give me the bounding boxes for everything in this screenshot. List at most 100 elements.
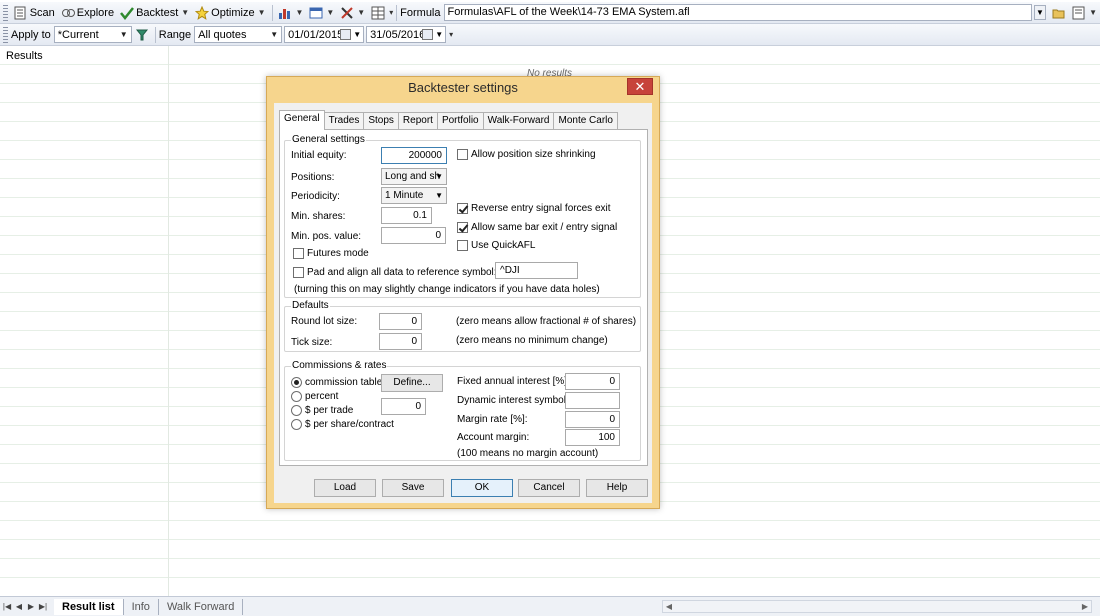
tab-stops[interactable]: Stops: [363, 112, 399, 129]
open-formula-button[interactable]: [1049, 4, 1069, 22]
chevron-down-icon[interactable]: ▼: [1089, 8, 1097, 17]
chevron-down-icon[interactable]: ▼: [326, 8, 334, 17]
toolbar-overflow-icon[interactable]: ▾: [449, 30, 453, 39]
reverse-entry-checkbox[interactable]: Reverse entry signal forces exit: [457, 203, 611, 214]
account-margin-input[interactable]: 100: [565, 429, 620, 446]
positions-value: Long and sh: [385, 171, 441, 182]
commission-value-input[interactable]: 0: [381, 398, 426, 415]
help-button[interactable]: Help: [586, 479, 648, 497]
explore-label: Explore: [76, 6, 115, 19]
tab-walk-forward[interactable]: Walk Forward: [159, 598, 244, 615]
per-share-radio[interactable]: $ per share/contract: [291, 419, 394, 430]
grid-button[interactable]: [368, 4, 388, 22]
horizontal-scrollbar[interactable]: ◀ ▶: [662, 600, 1092, 613]
calendar-icon: [422, 29, 434, 40]
min-pos-value-label: Min. pos. value:: [291, 231, 362, 242]
margin-rate-input[interactable]: 0: [565, 411, 620, 428]
window-button[interactable]: ▼: [306, 4, 337, 22]
backtester-settings-dialog: Backtester settings ✕ General Trades Sto…: [266, 76, 660, 509]
toolbar-grip[interactable]: [3, 4, 8, 21]
backtest-label: Backtest: [136, 6, 179, 19]
dynamic-interest-label: Dynamic interest symbol:: [457, 395, 569, 406]
chevron-down-icon: ▼: [435, 30, 444, 39]
close-button[interactable]: ✕: [627, 78, 653, 95]
cancel-button[interactable]: Cancel: [518, 479, 580, 497]
tab-info[interactable]: Info: [124, 598, 159, 615]
commissions-group: Commissions & rates commission table Def…: [284, 360, 641, 461]
first-tab-icon[interactable]: |◀: [2, 601, 12, 613]
apply-to-label: Apply to: [11, 28, 51, 41]
use-quickafl-checkbox[interactable]: Use QuickAFL: [457, 240, 535, 251]
filter-button[interactable]: [132, 26, 152, 44]
toolbar-overflow-icon[interactable]: ▾: [389, 8, 393, 17]
tab-trades[interactable]: Trades: [323, 112, 365, 129]
scan-label: Scan: [29, 6, 55, 19]
range-value: All quotes: [198, 28, 247, 41]
checkbox-checked-icon: [457, 203, 468, 214]
edit-formula-button[interactable]: ▼: [1069, 4, 1100, 22]
general-settings-group: General settings Initial equity: 200000 …: [284, 134, 641, 298]
fixed-interest-input[interactable]: 0: [565, 373, 620, 390]
sheet-tab-bar: |◀ ◀ ▶ ▶| Result list Info Walk Forward …: [0, 596, 1100, 616]
next-tab-icon[interactable]: ▶: [26, 601, 36, 613]
tab-monte-carlo[interactable]: Monte Carlo: [553, 112, 618, 129]
periodicity-label: Periodicity:: [291, 191, 340, 202]
dynamic-interest-input[interactable]: [565, 392, 620, 409]
account-margin-label: Account margin:: [457, 432, 530, 443]
tab-result-list[interactable]: Result list: [54, 598, 124, 615]
tab-portfolio[interactable]: Portfolio: [436, 112, 484, 129]
toolbar-grip[interactable]: [3, 26, 8, 43]
checkbox-checked-icon: [457, 222, 468, 233]
optimize-button[interactable]: Optimize ▼: [192, 4, 268, 22]
futures-mode-checkbox[interactable]: Futures mode: [293, 248, 369, 259]
percent-radio[interactable]: percent: [291, 391, 338, 402]
load-button[interactable]: Load: [314, 479, 376, 497]
round-lot-input[interactable]: 0: [379, 313, 422, 330]
min-shares-input[interactable]: 0.1: [381, 207, 432, 224]
per-share-label: $ per share/contract: [305, 419, 394, 430]
prev-tab-icon[interactable]: ◀: [14, 601, 24, 613]
fixed-interest-label: Fixed annual interest [%]:: [457, 376, 570, 387]
commission-table-radio[interactable]: commission table: [291, 377, 382, 388]
to-date-picker[interactable]: 31/05/2016 ▼: [366, 26, 447, 43]
range-select[interactable]: All quotes ▼: [194, 26, 283, 43]
chart-button[interactable]: ▼: [275, 4, 306, 22]
window-icon: [309, 6, 323, 20]
initial-equity-input[interactable]: 200000: [381, 147, 447, 164]
apply-to-select[interactable]: *Current ▼: [53, 26, 132, 43]
pad-note: (turning this on may slightly change ind…: [294, 284, 600, 295]
formula-path-field[interactable]: Formulas\AFL of the Week\14-73 EMA Syste…: [443, 4, 1032, 21]
chevron-down-icon[interactable]: ▼: [258, 8, 266, 17]
tick-size-input[interactable]: 0: [379, 333, 422, 350]
last-tab-icon[interactable]: ▶|: [38, 601, 48, 613]
tab-walk-forward[interactable]: Walk-Forward: [482, 112, 555, 129]
ok-button[interactable]: OK: [451, 479, 513, 497]
backtest-button[interactable]: Backtest ▼: [117, 4, 192, 22]
define-button[interactable]: Define...: [381, 374, 443, 392]
scroll-right-icon[interactable]: ▶: [1079, 601, 1091, 612]
min-pos-value-input[interactable]: 0: [381, 227, 446, 244]
min-shares-label: Min. shares:: [291, 211, 346, 222]
explore-button[interactable]: Explore: [58, 4, 117, 22]
scroll-left-icon[interactable]: ◀: [663, 601, 675, 612]
periodicity-select[interactable]: 1 Minute ▼: [381, 187, 447, 204]
chevron-down-icon[interactable]: ▼: [295, 8, 303, 17]
chevron-down-icon[interactable]: ▼: [357, 8, 365, 17]
positions-select[interactable]: Long and sh ▼: [381, 168, 447, 185]
tab-general[interactable]: General: [279, 110, 325, 130]
tab-report[interactable]: Report: [397, 112, 438, 129]
tools-icon: [340, 6, 354, 20]
reference-symbol-input[interactable]: ^DJI: [495, 262, 578, 279]
dialog-body: General Trades Stops Report Portfolio Wa…: [274, 103, 652, 503]
tools-button[interactable]: ▼: [337, 4, 368, 22]
save-button[interactable]: Save: [382, 479, 444, 497]
allow-shrinking-checkbox[interactable]: Allow position size shrinking: [457, 149, 596, 160]
chevron-down-icon[interactable]: ▼: [181, 8, 189, 17]
scan-button[interactable]: Scan: [11, 4, 58, 22]
allow-same-bar-checkbox[interactable]: Allow same bar exit / entry signal: [457, 222, 617, 233]
pad-align-checkbox[interactable]: Pad and align all data to reference symb…: [293, 267, 497, 278]
settings-tabs: General Trades Stops Report Portfolio Wa…: [279, 110, 618, 130]
from-date-picker[interactable]: 01/01/2015 ▼: [284, 26, 365, 43]
per-trade-radio[interactable]: $ per trade: [291, 405, 353, 416]
chevron-down-icon[interactable]: ▼: [1033, 5, 1047, 20]
